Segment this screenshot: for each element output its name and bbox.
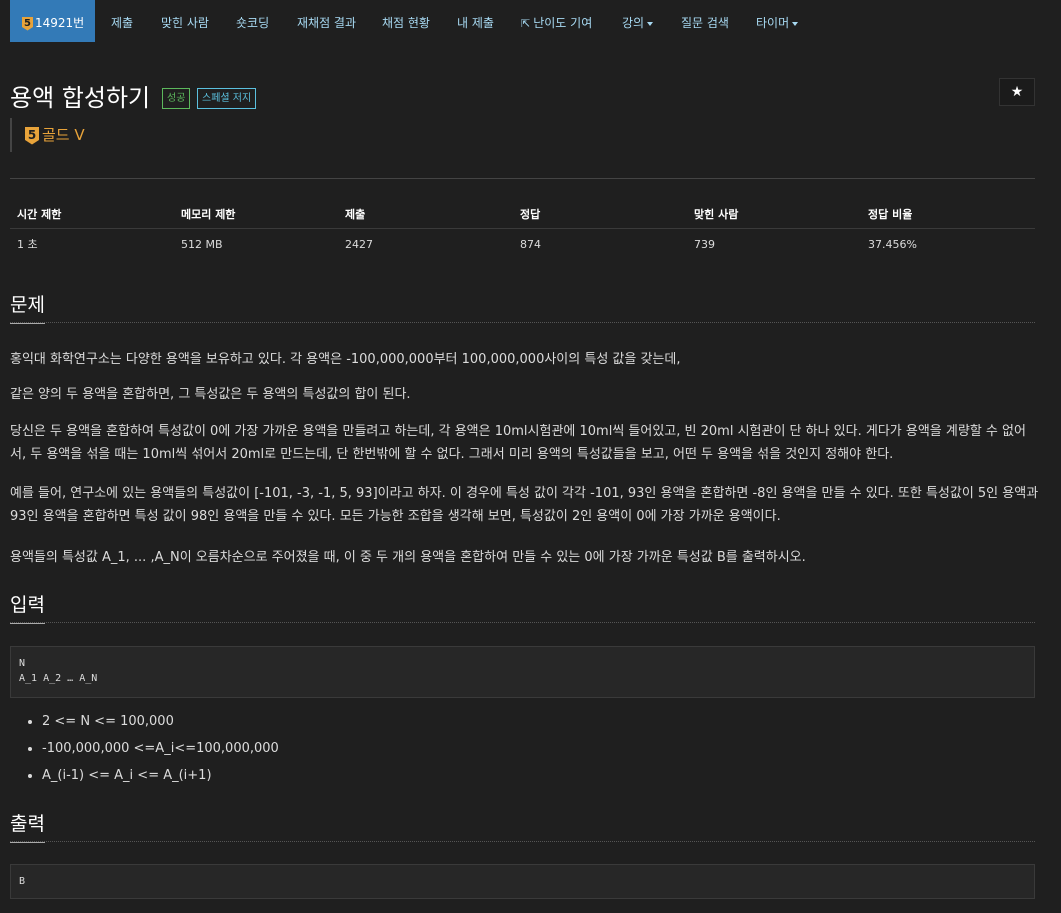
problem-paragraph: 예를 들어, 연구소에 있는 용액들의 특성값이 [-101, -3, -1, … <box>10 486 1039 524</box>
nav-question-search[interactable]: 질문 검색 <box>681 0 729 42</box>
star-button[interactable]: ★ <box>999 78 1035 106</box>
problem-paragraph: 홍익대 화학연구소는 다양한 용액을 보유하고 있다. 각 용액은 -100,0… <box>10 352 681 367</box>
value-solvers: 739 <box>694 238 715 251</box>
value-accepted: 874 <box>520 238 541 251</box>
nav-my-submissions[interactable]: 내 제출 <box>457 0 494 42</box>
header-accept-ratio: 정답 비율 <box>868 208 913 221</box>
gold-tier-icon: 5 <box>25 126 39 145</box>
nav-lectures-dropdown[interactable]: 강의 <box>622 0 654 42</box>
problem-paragraph: 당신은 두 용액을 혼합하여 특성값이 0에 가장 가까운 용액을 만들려고 하… <box>10 424 1026 462</box>
stats-table: 시간 제한 메모리 제한 제출 정답 맞힌 사람 정답 비율 1 초 512 M… <box>10 200 1035 258</box>
top-nav: 5 14921번 제출 맞힌 사람 숏코딩 재채점 결과 채점 현황 내 제출 ⇱… <box>0 0 1061 47</box>
caret-down-icon <box>647 21 654 26</box>
nav-submit[interactable]: 제출 <box>111 0 133 42</box>
constraints-list: 2 <= N <= 100,000 -100,000,000 <=A_i<=10… <box>30 710 279 791</box>
tier-display: 5 골드 V <box>10 118 85 152</box>
value-accept-ratio: 37.456% <box>868 238 917 251</box>
gold-tier-icon: 5 <box>22 16 33 31</box>
problem-heading: 문제 <box>10 290 45 324</box>
input-format-code: N A_1 A_2 … A_N <box>10 646 1035 698</box>
input-heading: 입력 <box>10 590 45 624</box>
problem-title: 용액 합성하기 <box>10 84 151 112</box>
output-format-code: B <box>10 864 1035 899</box>
nav-judge-status[interactable]: 채점 현황 <box>382 0 430 42</box>
header-memory-limit: 메모리 제한 <box>181 208 236 221</box>
special-judge-label: 스페셜 저지 <box>197 88 257 109</box>
header-time-limit: 시간 제한 <box>17 208 62 221</box>
list-item: 2 <= N <= 100,000 <box>42 710 279 737</box>
caret-down-icon <box>792 21 799 26</box>
divider <box>10 178 1035 179</box>
section-divider <box>10 841 1035 842</box>
problem-number-label: 14921번 <box>35 16 85 30</box>
value-memory-limit: 512 MB <box>181 238 223 251</box>
header-submissions: 제출 <box>345 208 366 221</box>
value-submissions: 2427 <box>345 238 373 251</box>
nav-short-coding[interactable]: 숏코딩 <box>236 0 269 42</box>
section-divider <box>10 322 1035 323</box>
tier-text: 골드 V <box>42 126 85 144</box>
nav-difficulty-contribution[interactable]: ⇱ 난이도 기여 <box>521 0 592 42</box>
nav-rejudge-results[interactable]: 재채점 결과 <box>297 0 356 42</box>
list-item: A_(i-1) <= A_i <= A_(i+1) <box>42 764 279 791</box>
value-time-limit: 1 초 <box>17 238 38 251</box>
nav-solvers[interactable]: 맞힌 사람 <box>161 0 209 42</box>
nav-timer-dropdown[interactable]: 타이머 <box>756 0 799 42</box>
nav-problem-number[interactable]: 5 14921번 <box>10 0 95 42</box>
section-divider <box>10 622 1035 623</box>
external-link-icon: ⇱ <box>521 17 531 30</box>
problem-paragraph: 용액들의 특성값 A_1, ... ,A_N이 오름차순으로 주어졌을 때, 이… <box>10 550 806 565</box>
header-solvers: 맞힌 사람 <box>694 208 739 221</box>
success-label: 성공 <box>162 88 191 109</box>
star-icon: ★ <box>1010 84 1024 100</box>
stats-header-row: 시간 제한 메모리 제한 제출 정답 맞힌 사람 정답 비율 <box>10 200 1035 229</box>
list-item: -100,000,000 <=A_i<=100,000,000 <box>42 737 279 764</box>
output-heading: 출력 <box>10 809 45 843</box>
header-accepted: 정답 <box>520 208 541 221</box>
stats-value-row: 1 초 512 MB 2427 874 739 37.456% <box>10 229 1035 258</box>
problem-paragraph: 같은 양의 두 용액을 혼합하면, 그 특성값은 두 용액의 특성값의 합이 된… <box>10 387 411 402</box>
